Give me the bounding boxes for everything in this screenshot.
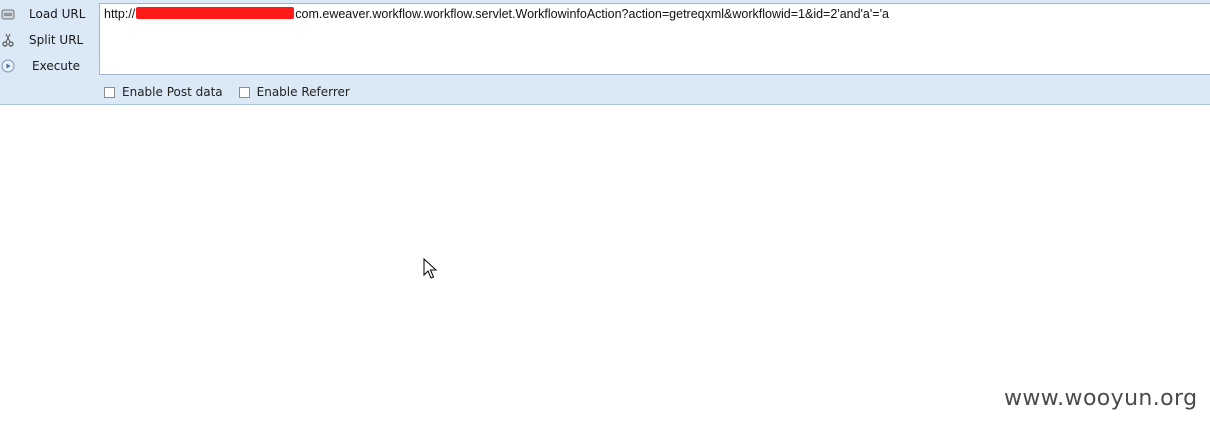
load-url-button[interactable]: Load URL [0, 2, 98, 26]
hackbar-toolbar: Load URL Split URL Execute http:// com.ew… [0, 0, 1210, 105]
enable-post-data-option[interactable]: Enable Post data [104, 85, 223, 99]
redaction-mark [136, 7, 295, 19]
post-data-checkbox[interactable] [104, 86, 115, 98]
url-prefix: http:// [104, 7, 136, 21]
url-suffix: com.eweaver.workflow.workflow.servlet.Wo… [295, 7, 889, 21]
watermark-text: www.wooyun.org [1004, 386, 1198, 411]
scissors-icon [1, 33, 15, 47]
load-url-label: Load URL [29, 7, 86, 21]
post-data-label: Enable Post data [122, 85, 223, 99]
options-row: Enable Post data Enable Referrer [104, 84, 366, 100]
split-url-button[interactable]: Split URL [0, 28, 98, 52]
url-textarea[interactable]: http:// com.eweaver.workflow.workflow.ser… [99, 3, 1210, 75]
split-url-label: Split URL [29, 33, 84, 47]
play-icon [1, 59, 15, 73]
execute-label: Execute [32, 59, 80, 73]
enable-referrer-option[interactable]: Enable Referrer [238, 85, 350, 99]
mouse-pointer-icon [423, 258, 437, 279]
referrer-checkbox[interactable] [238, 86, 250, 98]
execute-button[interactable]: Execute [0, 54, 98, 78]
referrer-label: Enable Referrer [256, 85, 350, 99]
load-url-icon [1, 7, 15, 21]
